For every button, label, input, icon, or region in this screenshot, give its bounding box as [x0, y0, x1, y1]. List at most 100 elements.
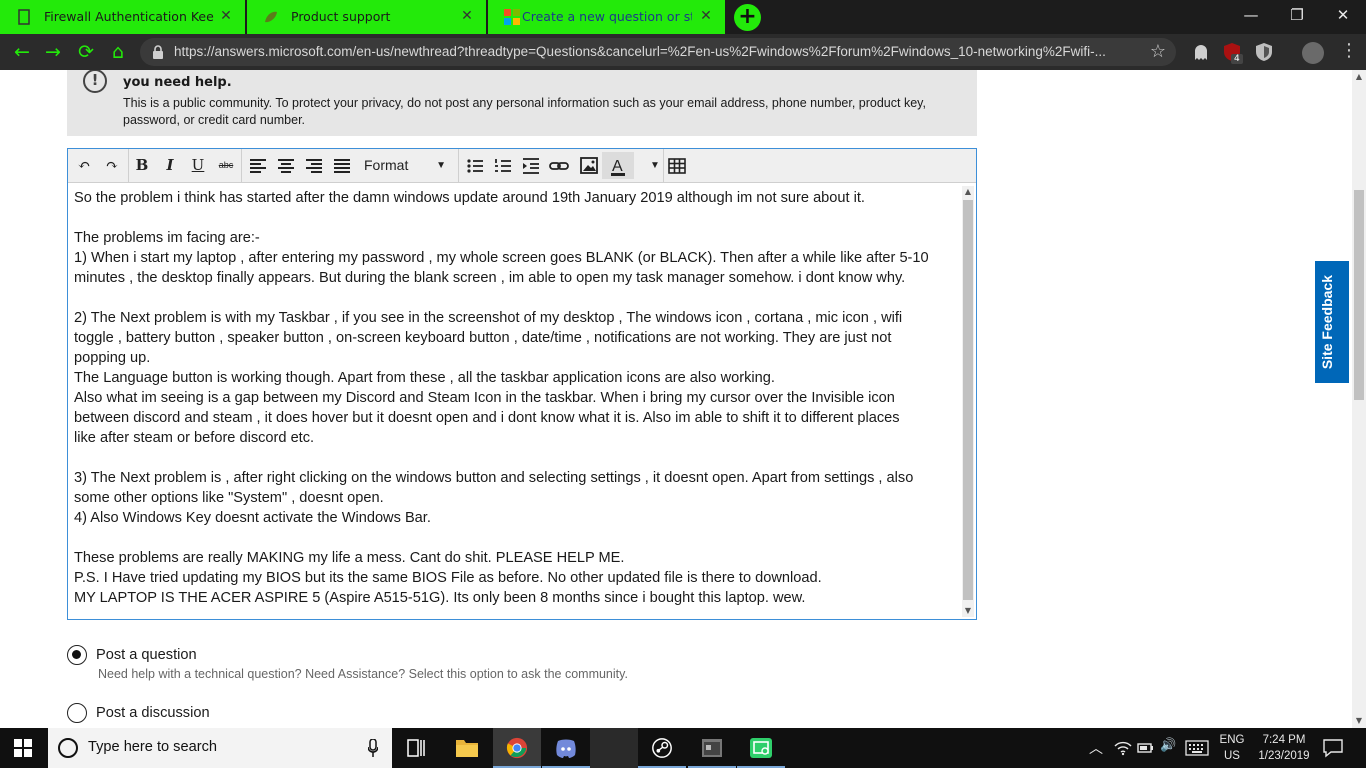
taskbar-steam[interactable]: [638, 728, 686, 768]
tab-close-icon[interactable]: ✕: [217, 7, 235, 25]
notice-body: This is a public community. To protect y…: [123, 96, 926, 127]
editor-toolbar: ↶ ↷ B I U abc Format ▼ A ▼: [68, 149, 976, 183]
format-dropdown[interactable]: Format ▼: [356, 152, 452, 179]
folder-icon: [456, 740, 478, 757]
redo-button[interactable]: ↷: [99, 152, 125, 179]
address-bar[interactable]: https://answers.microsoft.com/en-us/newt…: [140, 38, 1176, 66]
scroll-down-icon[interactable]: ▼: [1352, 714, 1366, 728]
chrome-icon: [506, 737, 528, 759]
editor-line: Also what im seeing is a gap between my …: [74, 390, 895, 406]
cortana-icon[interactable]: [58, 738, 78, 758]
windows-taskbar: Type here to search ︿ 🔊 ENG US 7:24 PM 1…: [0, 728, 1366, 768]
steam-icon: [652, 738, 672, 758]
post-question-radio[interactable]: [67, 645, 87, 665]
keyboard-layout: US: [1224, 750, 1240, 762]
bold-button[interactable]: B: [129, 152, 155, 179]
discord-icon: [556, 739, 576, 758]
home-button[interactable]: ⌂: [105, 40, 131, 64]
reload-button[interactable]: ⟳: [73, 40, 99, 64]
justify-icon[interactable]: [329, 152, 355, 179]
close-window-button[interactable]: ✕: [1320, 0, 1366, 30]
site-feedback-label: Site Feedback: [1319, 275, 1335, 370]
scroll-down-icon[interactable]: ▼: [962, 605, 974, 617]
extension-ghost-icon[interactable]: [1191, 42, 1211, 62]
forward-button[interactable]: →: [40, 40, 66, 64]
editor-line: These problems are really MAKING my life…: [74, 550, 625, 566]
indent-icon[interactable]: [518, 152, 544, 179]
on-screen-keyboard-icon[interactable]: [1185, 740, 1209, 756]
tab-firewall-authentication[interactable]: Firewall Authentication Keepalive ✕: [0, 0, 246, 34]
extension-badge: 4: [1231, 54, 1243, 64]
editor-line: 4) Also Windows Key doesnt activate the …: [74, 510, 431, 526]
taskbar-file-explorer[interactable]: [443, 728, 491, 768]
browser-toolbar: ← → ⟳ ⌂ https://answers.microsoft.com/en…: [0, 34, 1366, 70]
green-app-icon: [750, 738, 772, 758]
toolbar-divider: [458, 149, 459, 182]
align-center-icon[interactable]: [273, 152, 299, 179]
taskbar-chrome[interactable]: [493, 728, 541, 768]
clock-date: 1/23/2019: [1258, 750, 1310, 762]
bookmark-star-icon[interactable]: ☆: [1150, 41, 1166, 62]
post-discussion-radio[interactable]: [67, 703, 87, 723]
speaker-icon[interactable]: 🔊: [1160, 738, 1176, 753]
taskbar-invisible-app[interactable]: [590, 728, 638, 768]
language-code: ENG: [1219, 734, 1245, 746]
scroll-up-icon[interactable]: ▲: [1352, 70, 1366, 84]
tab-create-question[interactable]: Create a new question or start a d ✕: [488, 0, 726, 34]
notifications-icon[interactable]: [1322, 738, 1344, 758]
image-icon[interactable]: [576, 152, 602, 179]
taskbar-search-box[interactable]: Type here to search: [48, 728, 392, 768]
editor-line: [74, 448, 954, 468]
taskbar-app-window[interactable]: [688, 728, 736, 768]
new-tab-button[interactable]: +: [734, 4, 761, 31]
wifi-icon[interactable]: [1114, 740, 1132, 756]
editor-body[interactable]: So the problem i think has started after…: [68, 184, 960, 619]
undo-button[interactable]: ↶: [71, 152, 97, 179]
maximize-button[interactable]: ❐: [1274, 0, 1320, 30]
taskbar-green-app[interactable]: [737, 728, 785, 768]
editor-scrollbar[interactable]: ▲ ▼: [962, 186, 974, 617]
minimize-button[interactable]: —: [1228, 0, 1274, 30]
font-color-button[interactable]: A: [602, 152, 634, 179]
link-icon[interactable]: [546, 152, 572, 179]
underline-button[interactable]: U: [185, 152, 211, 179]
page-scrollbar[interactable]: ▲ ▼: [1352, 70, 1366, 728]
editor-line: some other options like "System" , doesn…: [74, 490, 384, 506]
language-indicator[interactable]: ENG US: [1218, 732, 1246, 764]
editor-line: 3) The Next problem is , after right cli…: [74, 470, 914, 486]
battery-icon[interactable]: [1137, 740, 1155, 756]
table-icon[interactable]: [664, 152, 690, 179]
taskbar-discord[interactable]: [542, 728, 590, 768]
editor-scroll-thumb[interactable]: [963, 200, 973, 600]
post-question-label[interactable]: Post a question: [96, 647, 197, 663]
editor-line: like after steam or before discord etc.: [74, 430, 315, 446]
back-button[interactable]: ←: [9, 40, 35, 64]
align-left-icon[interactable]: [245, 152, 271, 179]
windows-start-icon[interactable]: [14, 739, 32, 757]
numbered-list-icon[interactable]: [490, 152, 516, 179]
privacy-shield-icon[interactable]: [1254, 42, 1274, 62]
align-right-icon[interactable]: [301, 152, 327, 179]
strikethrough-button[interactable]: abc: [213, 152, 239, 179]
tab-product-support[interactable]: Product support ✕: [247, 0, 487, 34]
editor-line: 2) The Next problem is with my Taskbar ,…: [74, 310, 903, 326]
microphone-icon[interactable]: [368, 739, 378, 757]
editor-line: popping up.: [74, 350, 151, 366]
rich-text-editor: ↶ ↷ B I U abc Format ▼ A ▼ So the proble…: [67, 148, 977, 620]
show-hidden-icons-chevron[interactable]: ︿: [1089, 738, 1103, 758]
post-discussion-label[interactable]: Post a discussion: [96, 705, 210, 721]
taskbar-clock[interactable]: 7:24 PM 1/23/2019: [1251, 732, 1317, 764]
bulleted-list-icon[interactable]: [462, 152, 488, 179]
ublock-extension-icon[interactable]: 4: [1222, 42, 1243, 64]
tab-close-icon[interactable]: ✕: [697, 7, 715, 25]
site-feedback-button[interactable]: Site Feedback: [1315, 261, 1349, 383]
editor-line: The problems im facing are:-: [74, 230, 260, 246]
task-view-button[interactable]: [393, 728, 441, 768]
browser-menu-icon[interactable]: ⋮: [1340, 42, 1358, 60]
scroll-up-icon[interactable]: ▲: [962, 186, 974, 198]
italic-button[interactable]: I: [157, 152, 183, 179]
url-text[interactable]: https://answers.microsoft.com/en-us/newt…: [174, 44, 1106, 59]
profile-avatar[interactable]: [1302, 42, 1324, 64]
page-scroll-thumb[interactable]: [1354, 190, 1364, 400]
tab-close-icon[interactable]: ✕: [458, 7, 476, 25]
